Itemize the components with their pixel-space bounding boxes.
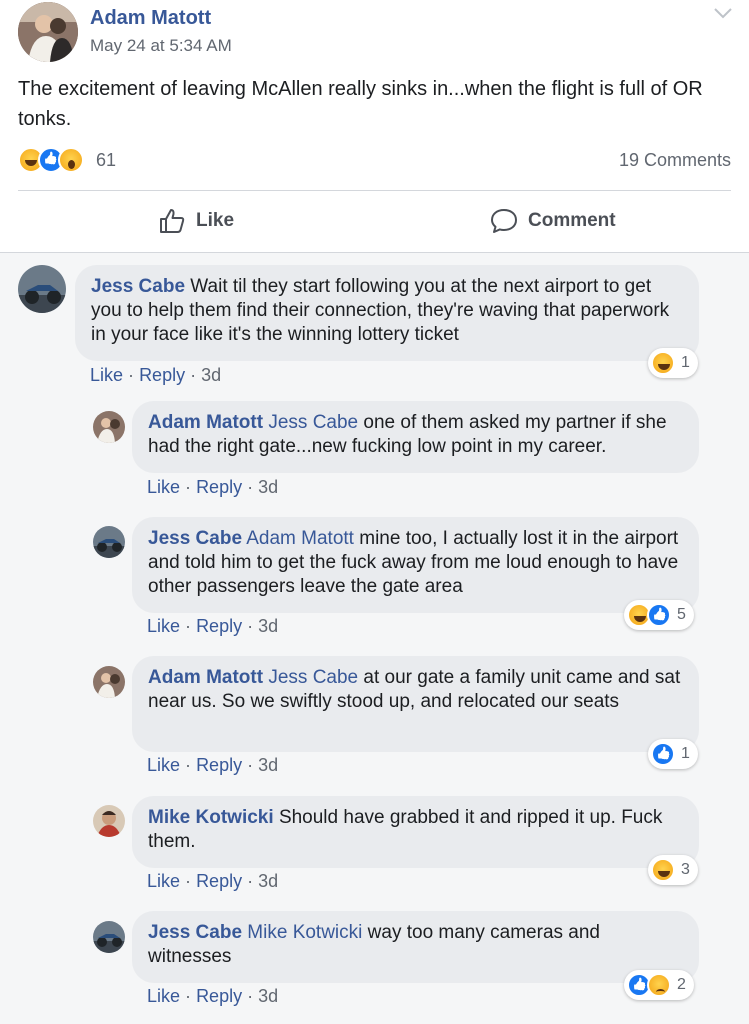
- comment-like-link[interactable]: Like: [147, 616, 180, 636]
- mention-tag[interactable]: Adam Matott: [246, 528, 354, 549]
- commenter-avatar[interactable]: [93, 805, 125, 837]
- commenter-name[interactable]: Jess Cabe: [148, 528, 242, 549]
- comment-like-link[interactable]: Like: [90, 365, 123, 385]
- comment-reply-link[interactable]: Reply: [196, 755, 242, 775]
- haha-icon: [651, 858, 675, 882]
- commenter-avatar[interactable]: [18, 265, 66, 313]
- comment-bubble: Jess Cabe Adam Matott mine too, I actual…: [132, 517, 699, 613]
- comment-age[interactable]: 3d: [201, 365, 221, 385]
- post-header: Adam Matott May 24 at 5:34 AM: [0, 0, 749, 62]
- comment-meta: Like · Reply · 3d: [147, 755, 278, 776]
- comment-bubble: Jess Cabe Mike Kotwicki way too many cam…: [132, 911, 699, 983]
- comment-reactions[interactable]: 1: [648, 739, 698, 769]
- comment-reply-link[interactable]: Reply: [196, 477, 242, 497]
- separator: ·: [185, 477, 192, 497]
- comment-reply-link[interactable]: Reply: [196, 871, 242, 891]
- like-icon: [651, 742, 675, 766]
- comment-reaction-count: 5: [677, 606, 686, 623]
- commenter-name[interactable]: Adam Matott: [148, 412, 263, 433]
- commenter-avatar[interactable]: [93, 526, 125, 558]
- mention-tag[interactable]: Jess Cabe: [268, 667, 358, 688]
- commenter-name[interactable]: Jess Cabe: [148, 922, 242, 943]
- comment-like-link[interactable]: Like: [147, 477, 180, 497]
- separator: ·: [185, 755, 192, 775]
- separator: ·: [185, 871, 192, 891]
- mention-tag[interactable]: Jess Cabe: [268, 412, 358, 433]
- separator: ·: [185, 986, 192, 1006]
- comment-button-label: Comment: [528, 210, 616, 231]
- comment-age[interactable]: 3d: [258, 616, 278, 636]
- comment-bubble: Adam Matott Jess Cabe one of them asked …: [132, 401, 699, 473]
- mention-tag[interactable]: Mike Kotwicki: [247, 922, 362, 943]
- comment-count[interactable]: 19 Comments: [619, 150, 731, 171]
- comment-reply-link[interactable]: Reply: [139, 365, 185, 385]
- haha-icon: [651, 351, 675, 375]
- comment-like-link[interactable]: Like: [147, 755, 180, 775]
- separator: ·: [185, 616, 192, 636]
- comment-reaction-count: 2: [677, 976, 686, 993]
- comment-icon: [491, 209, 517, 233]
- comment-reaction-count: 1: [681, 745, 690, 762]
- comment-like-link[interactable]: Like: [147, 986, 180, 1006]
- separator: ·: [247, 986, 254, 1006]
- comment-age[interactable]: 3d: [258, 755, 278, 775]
- comment-meta: Like · Reply · 3d: [147, 477, 278, 498]
- comment-reaction-count: 1: [681, 354, 690, 371]
- comment-bubble: Jess Cabe Wait til they start following …: [75, 265, 699, 361]
- comment-reactions[interactable]: 3: [648, 855, 698, 885]
- post-action-bar: Like Comment: [0, 192, 749, 252]
- commenter-name[interactable]: Adam Matott: [148, 667, 263, 688]
- separator: ·: [128, 365, 135, 385]
- commenter-name[interactable]: Mike Kotwicki: [148, 807, 274, 828]
- comment-reactions[interactable]: 2: [624, 970, 694, 1000]
- separator: ·: [190, 365, 197, 385]
- commenter-name[interactable]: Jess Cabe: [91, 276, 185, 297]
- post-author-name[interactable]: Adam Matott: [90, 7, 211, 30]
- comment-bubble: Mike Kotwicki Should have grabbed it and…: [132, 796, 699, 868]
- comment-meta: Like · Reply · 3d: [147, 616, 278, 637]
- comment-like-link[interactable]: Like: [147, 871, 180, 891]
- author-avatar[interactable]: [18, 2, 78, 62]
- separator: ·: [247, 477, 254, 497]
- separator: ·: [247, 616, 254, 636]
- post-reactions-summary[interactable]: 61 19 Comments: [18, 146, 731, 174]
- wow-icon: [58, 147, 84, 173]
- comment-reactions[interactable]: 1: [648, 348, 698, 378]
- post-timestamp[interactable]: May 24 at 5:34 AM: [90, 36, 232, 56]
- separator: ·: [247, 755, 254, 775]
- comment-age[interactable]: 3d: [258, 477, 278, 497]
- separator: ·: [247, 871, 254, 891]
- comment-meta: Like · Reply · 3d: [147, 986, 278, 1007]
- divider: [18, 190, 731, 191]
- comment-age[interactable]: 3d: [258, 871, 278, 891]
- comment-reply-link[interactable]: Reply: [196, 616, 242, 636]
- post-text: The excitement of leaving McAllen really…: [18, 78, 703, 130]
- comment-meta: Like · Reply · 3d: [147, 871, 278, 892]
- thumbs-up-icon: [160, 209, 185, 233]
- like-button-label: Like: [196, 210, 235, 231]
- comment-reaction-count: 3: [681, 861, 690, 878]
- like-icon: [647, 603, 671, 627]
- chevron-down-icon[interactable]: [713, 6, 733, 20]
- sad-icon: [647, 973, 671, 997]
- comment-bubble: Adam Matott Jess Cabe at our gate a fami…: [132, 656, 699, 752]
- comment-reply-link[interactable]: Reply: [196, 986, 242, 1006]
- like-button[interactable]: Like: [158, 206, 234, 236]
- commenter-avatar[interactable]: [93, 921, 125, 953]
- commenter-avatar[interactable]: [93, 411, 125, 443]
- reaction-icons[interactable]: [18, 147, 84, 173]
- comment-meta: Like · Reply · 3d: [90, 365, 221, 386]
- comments-section: Jess Cabe Wait til they start following …: [0, 253, 749, 1024]
- comment-reactions[interactable]: 5: [624, 600, 694, 630]
- comment-age[interactable]: 3d: [258, 986, 278, 1006]
- comment-button[interactable]: Comment: [490, 206, 616, 236]
- reaction-count[interactable]: 61: [96, 150, 116, 171]
- commenter-avatar[interactable]: [93, 666, 125, 698]
